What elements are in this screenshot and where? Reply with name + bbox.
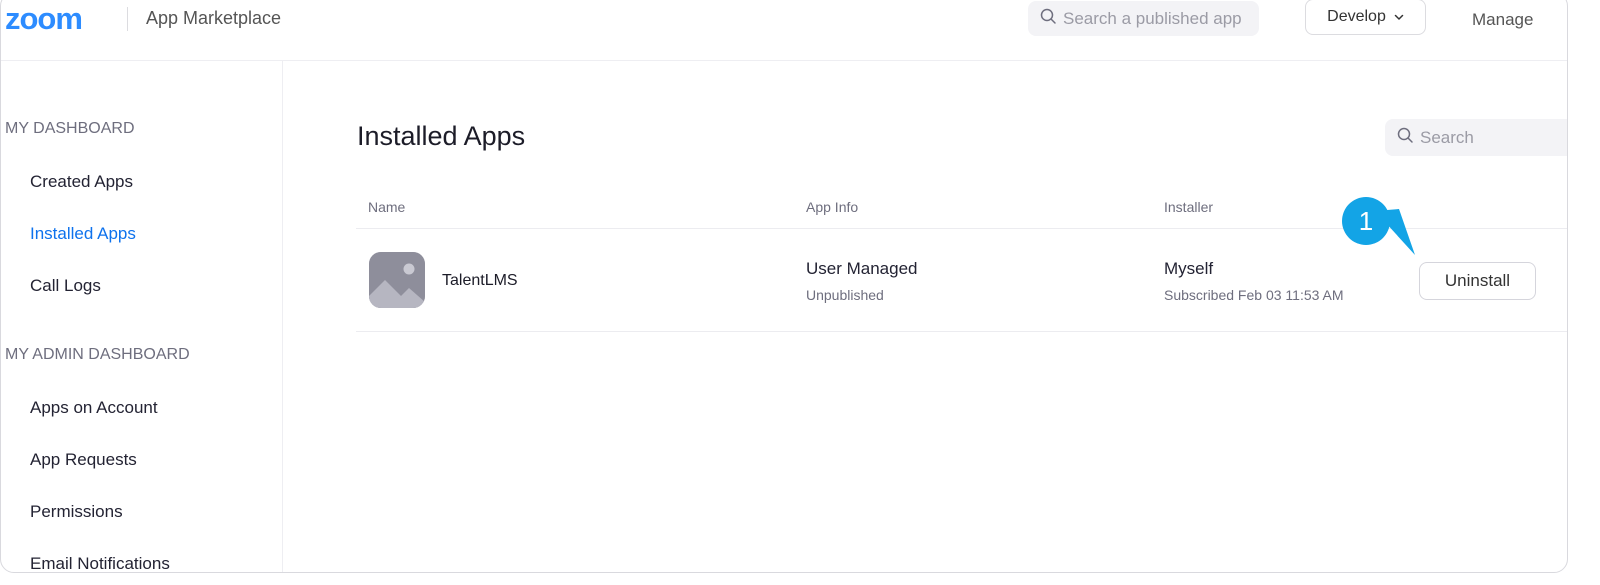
my-admin-dashboard-heading: MY ADMIN DASHBOARD — [5, 346, 190, 363]
column-header-app-info: App Info — [806, 199, 859, 215]
sidebar-item-apps-on-account[interactable]: Apps on Account — [30, 398, 158, 418]
search-icon — [1040, 8, 1057, 30]
installer-name: Myself — [1164, 259, 1214, 278]
sidebar-item-permissions[interactable]: Permissions — [30, 502, 123, 522]
app-name[interactable]: TalentLMS — [442, 272, 518, 290]
installed-apps-search-input[interactable] — [1420, 127, 1560, 148]
sidebar-item-app-requests[interactable]: App Requests — [30, 450, 137, 470]
my-dashboard-heading: MY DASHBOARD — [5, 120, 135, 137]
column-header-installer: Installer — [1164, 199, 1214, 215]
screenshot-frame: zoom App Marketplace Develop Manage MY D… — [0, 0, 1600, 585]
marketplace-search-input[interactable] — [1063, 8, 1243, 29]
header-divider — [127, 7, 128, 31]
sidebar: MY DASHBOARD Created Apps Installed Apps… — [1, 61, 283, 572]
subscribed-timestamp: Subscribed Feb 03 11:53 AM — [1164, 287, 1344, 303]
search-icon — [1397, 127, 1414, 149]
page-title: Installed Apps — [357, 121, 526, 151]
app-info-type: User Managed — [806, 259, 918, 278]
table-row-divider — [356, 331, 1567, 332]
image-placeholder-icon — [369, 252, 425, 308]
marketplace-search-box[interactable] — [1028, 1, 1259, 36]
chevron-down-icon — [1394, 8, 1404, 26]
sidebar-item-call-logs[interactable]: Call Logs — [30, 276, 101, 296]
sidebar-item-installed-apps[interactable]: Installed Apps — [30, 224, 136, 244]
sidebar-item-email-notifications[interactable]: Email Notifications — [30, 554, 170, 572]
marketplace-title[interactable]: App Marketplace — [146, 8, 281, 29]
uninstall-button[interactable]: Uninstall — [1419, 262, 1536, 300]
zoom-logo[interactable]: zoom — [5, 1, 83, 37]
installed-apps-search-box[interactable] — [1385, 119, 1567, 156]
app-window: zoom App Marketplace Develop Manage MY D… — [0, 0, 1568, 573]
top-navigation-bar: zoom App Marketplace Develop Manage — [1, 0, 1567, 61]
manage-link[interactable]: Manage — [1472, 10, 1533, 30]
column-header-name: Name — [368, 199, 406, 215]
develop-label: Develop — [1327, 8, 1386, 25]
app-publish-status: Unpublished — [806, 287, 884, 303]
develop-dropdown-button[interactable]: Develop — [1305, 0, 1426, 35]
step-marker: 1 — [1342, 197, 1390, 245]
sidebar-item-created-apps[interactable]: Created Apps — [30, 172, 133, 192]
